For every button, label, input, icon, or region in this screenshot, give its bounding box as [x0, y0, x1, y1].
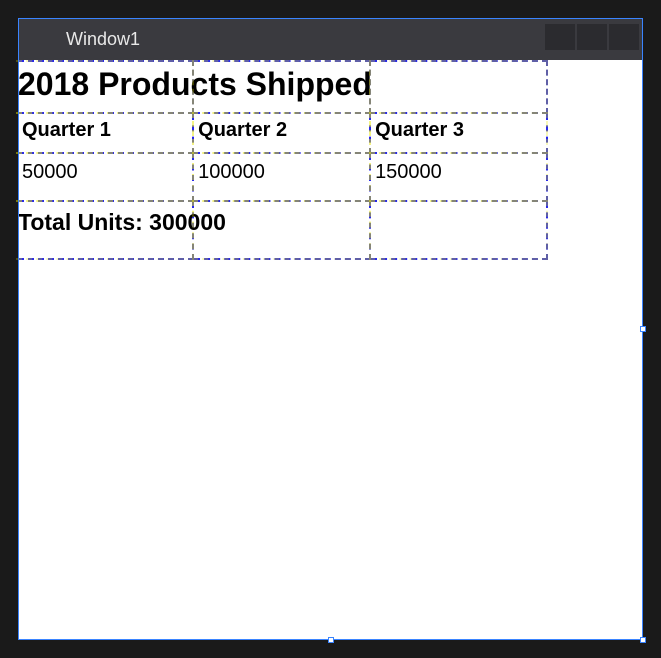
close-button[interactable]	[609, 24, 639, 50]
window-content[interactable]: 2018 Products Shipped Quarter 1 Quarter …	[18, 60, 643, 640]
column-header-q3: Quarter 3	[375, 118, 542, 142]
column-header-q2: Quarter 2	[198, 118, 365, 142]
data-cell-q1: 50000	[22, 158, 188, 186]
minimize-button[interactable]	[545, 24, 575, 50]
designer-window: Window1 2018 Products Shipped Quarter 1 …	[18, 18, 643, 640]
maximize-button[interactable]	[577, 24, 607, 50]
window-titlebar[interactable]: Window1	[18, 18, 643, 60]
column-header-q1: Quarter 1	[22, 118, 188, 142]
layout-grid: 2018 Products Shipped Quarter 1 Quarter …	[18, 60, 548, 260]
grid-container[interactable]: 2018 Products Shipped Quarter 1 Quarter …	[18, 60, 548, 260]
window-buttons	[545, 24, 639, 50]
data-cell-q2: 100000	[198, 158, 365, 186]
data-cell-q3: 150000	[375, 158, 542, 186]
window-title: Window1	[66, 29, 140, 50]
